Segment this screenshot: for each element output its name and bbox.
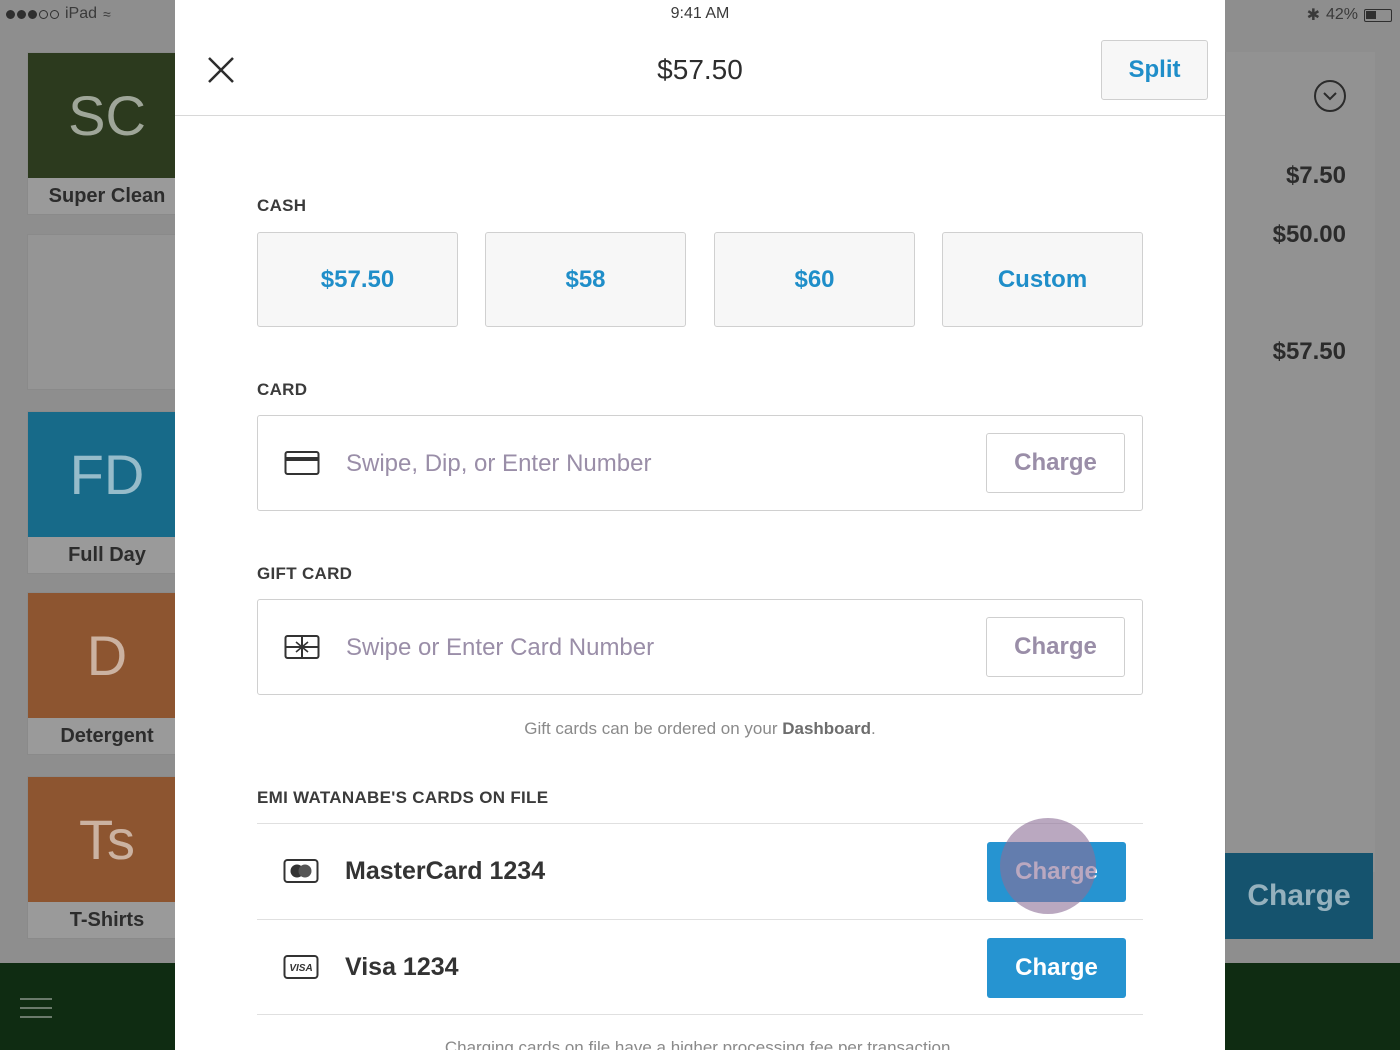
tile-initials: Ts — [28, 777, 186, 902]
tile-initials: D — [28, 593, 186, 718]
bluetooth-icon: ✱ — [1306, 7, 1320, 24]
tile-name: Super Clean — [48, 184, 166, 207]
item-tile[interactable]: D Detergent — [27, 592, 187, 755]
helper-text: Gift cards can be ordered on your — [524, 719, 783, 738]
status-left: iPad ≈ — [6, 5, 111, 23]
item-tile[interactable]: Ts T-Shirts — [27, 776, 187, 939]
card-on-file-name: MasterCard 1234 — [345, 857, 546, 885]
card-number-field[interactable]: Swipe, Dip, or Enter Number Charge — [257, 415, 1143, 511]
gift-card-icon — [284, 634, 320, 660]
status-time: 9:41 AM — [670, 5, 730, 22]
cash-custom-button[interactable]: Custom — [942, 232, 1143, 327]
cash-section-label: CASH — [257, 196, 307, 215]
cash-option-button[interactable]: $58 — [485, 232, 686, 327]
status-bar: iPad ≈ 9:41 AM ✱ 42% — [0, 0, 1400, 28]
tile-initials: FD — [28, 412, 186, 537]
visa-icon: VISA — [283, 954, 319, 980]
tile-name: Full Day — [68, 543, 146, 566]
visa-charge-button[interactable]: Charge — [987, 938, 1126, 998]
helper-end: . — [871, 719, 876, 738]
battery-label: 42% — [1325, 6, 1358, 23]
card-charge-button[interactable]: Charge — [986, 433, 1125, 493]
gift-card-charge-button[interactable]: Charge — [986, 617, 1125, 677]
gift-card-number-field[interactable]: Swipe or Enter Card Number Charge — [257, 599, 1143, 695]
modal-title: $57.50 — [657, 54, 743, 85]
carrier-label: iPad — [65, 5, 98, 22]
cart-amount: $7.50 — [1285, 162, 1346, 189]
card-on-file-row: VISA Visa 1234 Charge — [257, 919, 1143, 1015]
processing-fee-note: Charging cards on file have a higher pro… — [444, 1038, 956, 1050]
item-tile[interactable]: SC Super Clean — [27, 52, 187, 215]
gift-card-section-label: GIFT CARD — [257, 564, 353, 583]
signal-icon — [6, 9, 59, 19]
credit-card-icon — [284, 450, 320, 476]
empty-tile[interactable] — [27, 234, 187, 390]
card-on-file-name: Visa 1234 — [345, 953, 459, 981]
item-tile[interactable]: FD Full Day — [27, 411, 187, 574]
status-right: ✱ 42% — [1307, 5, 1392, 25]
battery-icon — [1364, 8, 1392, 22]
mastercard-charge-button[interactable]: Charge — [987, 842, 1126, 902]
payment-modal: $57.50 Split CASH $57.50 $58 $60 Custom … — [175, 0, 1225, 1050]
mastercard-icon — [283, 858, 319, 884]
chevron-down-icon[interactable] — [1314, 80, 1346, 112]
card-section-label: CARD — [257, 380, 308, 399]
tile-name: Detergent — [60, 724, 154, 747]
tile-name: T-Shirts — [69, 908, 145, 931]
svg-text:VISA: VISA — [289, 963, 312, 974]
background-charge-button[interactable]: Charge — [1225, 853, 1373, 939]
cash-option-button[interactable]: $57.50 — [257, 232, 458, 327]
gift-card-placeholder: Swipe or Enter Card Number — [346, 634, 655, 661]
card-on-file-row: MasterCard 1234 Charge — [257, 823, 1143, 919]
card-number-placeholder: Swipe, Dip, or Enter Number — [346, 450, 652, 477]
tile-initials: SC — [28, 53, 186, 178]
cash-option-button[interactable]: $60 — [714, 232, 915, 327]
gift-card-helper-text: Gift cards can be ordered on your Dashbo… — [175, 719, 1225, 739]
wifi-icon: ≈ — [103, 6, 111, 22]
cards-on-file-label: EMI WATANABE'S CARDS ON FILE — [257, 788, 549, 807]
cart-total: $57.50 — [1272, 338, 1346, 365]
cart-amount: $50.00 — [1272, 221, 1346, 248]
menu-icon[interactable] — [20, 998, 52, 1025]
split-button[interactable]: Split — [1101, 40, 1208, 100]
dashboard-link[interactable]: Dashboard — [782, 719, 871, 738]
